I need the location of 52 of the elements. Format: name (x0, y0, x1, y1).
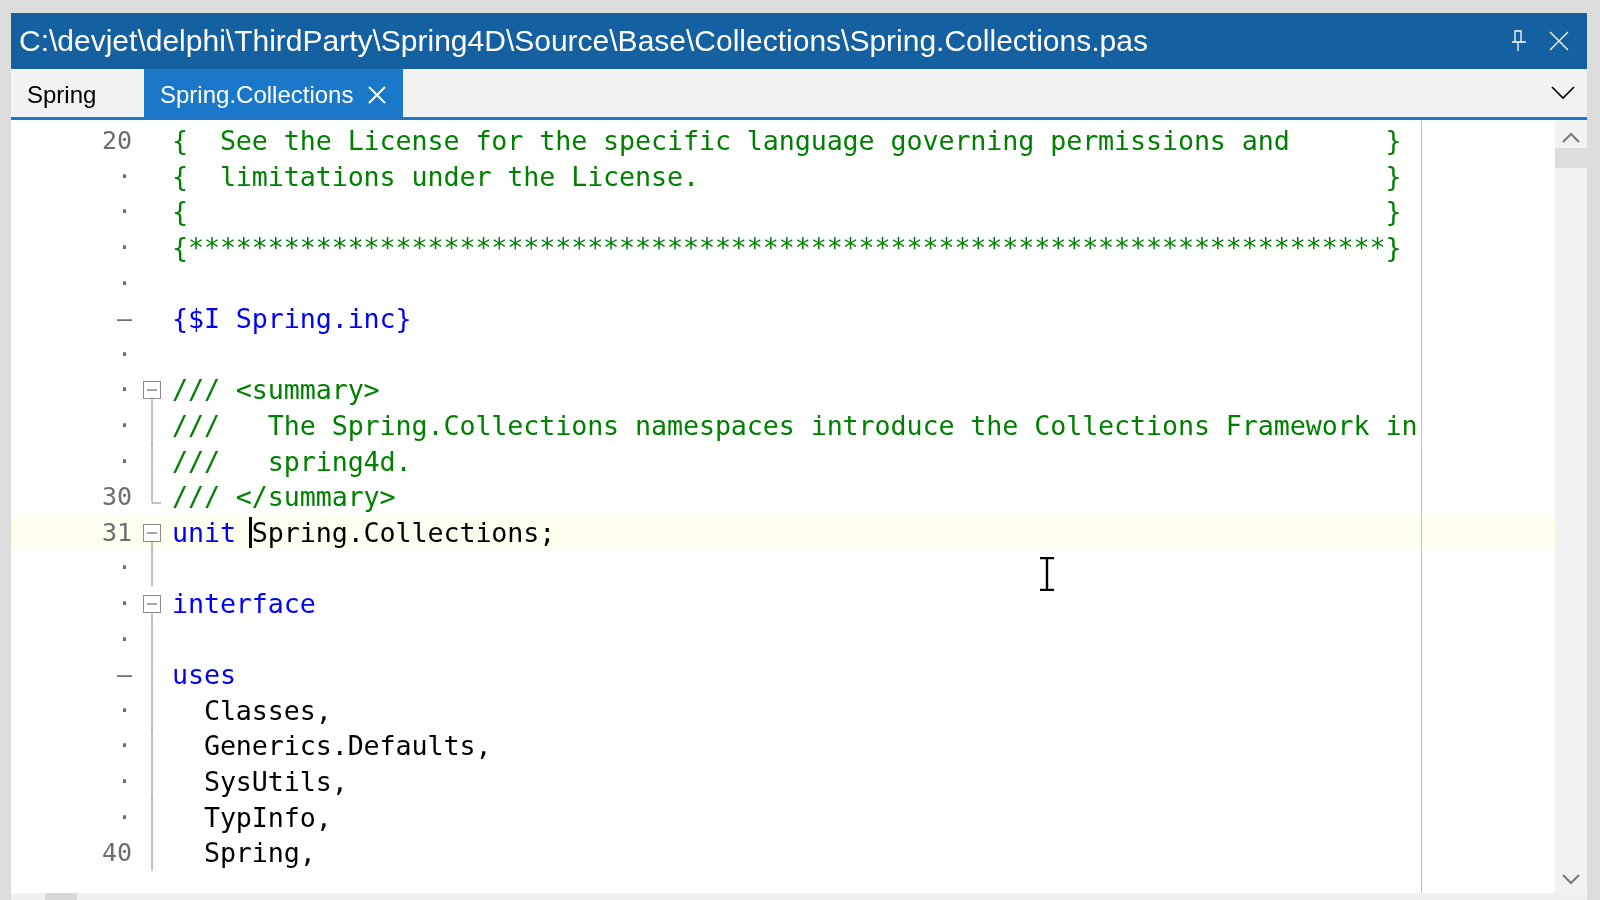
scroll-up-icon[interactable] (1561, 130, 1581, 144)
code-line: Spring, (202, 837, 316, 869)
code-line: /// </summary> (172, 481, 396, 513)
code-line: SysUtils, (202, 766, 348, 797)
file-tab[interactable]: Spring (11, 69, 144, 117)
line-number: 30 (100, 482, 132, 512)
code-line: unit Spring.Collections; (172, 516, 556, 548)
line-number: · (115, 411, 132, 441)
line-number: · (115, 161, 132, 191)
code-line: {***************************************************************************} (172, 232, 1402, 264)
chevron-down-icon[interactable] (1551, 86, 1575, 100)
line-number: · (115, 767, 132, 796)
code-line: { See the License for the specific language governing permissions and } (172, 125, 1402, 157)
code-line: {$I Spring.inc} (172, 303, 412, 335)
text-cursor-icon (1038, 557, 1056, 591)
line-number: · (115, 375, 132, 405)
code-line: TypInfo, (202, 801, 332, 833)
line-number: · (115, 233, 132, 263)
code-line: Generics.Defaults, (202, 730, 492, 762)
line-number: · (115, 553, 132, 583)
line-number: · (115, 695, 132, 725)
line-number: · (115, 589, 132, 618)
line-number: · (115, 268, 132, 298)
code-line: { } (172, 196, 1402, 228)
code-line: /// spring4d. (172, 445, 412, 477)
window-title: C:\devjet\delphi\ThirdParty\Spring4D\Source\Base\Collections\Spring.Collections.pas (19, 24, 1149, 58)
line-number: · (115, 339, 132, 369)
scroll-down-icon[interactable] (1561, 873, 1581, 887)
code-line: Classes, (202, 694, 332, 726)
horizontal-scrollbar[interactable] (11, 893, 1587, 900)
line-number: · (115, 446, 132, 476)
file-tab[interactable]: Spring.Collections (144, 69, 404, 117)
line-number: 20 (100, 126, 132, 156)
pin-icon[interactable] (1511, 30, 1527, 52)
vertical-scrollbar[interactable] (1555, 120, 1587, 893)
line-number: 31 (100, 517, 132, 547)
scrollbar-thumb[interactable] (1555, 148, 1587, 168)
close-icon[interactable] (367, 85, 388, 105)
code-line: /// <summary> (172, 374, 380, 406)
line-number: 40 (100, 838, 132, 868)
close-icon[interactable] (1549, 31, 1569, 51)
code-line: interface (172, 588, 316, 619)
line-number: · (115, 731, 132, 761)
line-number: · (115, 802, 132, 832)
line-number: · (115, 624, 132, 654)
line-number: – (115, 660, 132, 690)
line-number: – (115, 304, 132, 334)
line-number: · (115, 197, 132, 227)
code-line: uses (172, 659, 236, 691)
code-line: { limitations under the License. } (172, 160, 1402, 192)
scrollbar-thumb[interactable] (45, 893, 77, 900)
code-line: /// The Spring.Collections namespaces introduce the Collections Framework in (172, 410, 1418, 442)
